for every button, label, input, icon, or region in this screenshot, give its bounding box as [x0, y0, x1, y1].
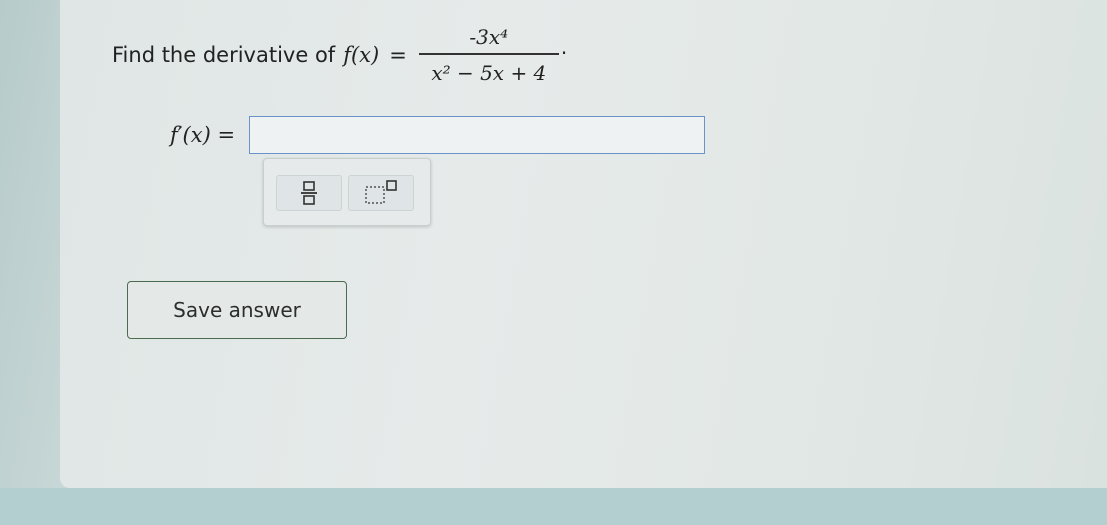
exponent-button[interactable] [348, 175, 414, 211]
function-fraction: -3x⁴ x² − 5x + 4 [418, 25, 559, 85]
fraction-numerator: -3x⁴ [469, 25, 509, 49]
answer-row: f′(x) = [170, 112, 706, 158]
fraction-button[interactable] [276, 175, 342, 211]
answer-input[interactable] [249, 116, 706, 154]
answer-label: f′(x) = [170, 123, 236, 147]
math-toolbar [263, 158, 431, 226]
equals-sign: = [389, 43, 407, 67]
question-prefix: Find the derivative of [112, 43, 336, 67]
function-name: f(x) [343, 43, 380, 67]
exponent-icon [365, 180, 397, 204]
save-answer-button[interactable]: Save answer [127, 281, 347, 339]
question-text: Find the derivative of f(x) = -3x⁴ x² − … [112, 20, 567, 90]
bottom-strip [0, 488, 1107, 525]
question-period: . [560, 35, 568, 59]
fraction-icon [301, 181, 317, 205]
fraction-denominator: x² − 5x + 4 [431, 61, 547, 85]
